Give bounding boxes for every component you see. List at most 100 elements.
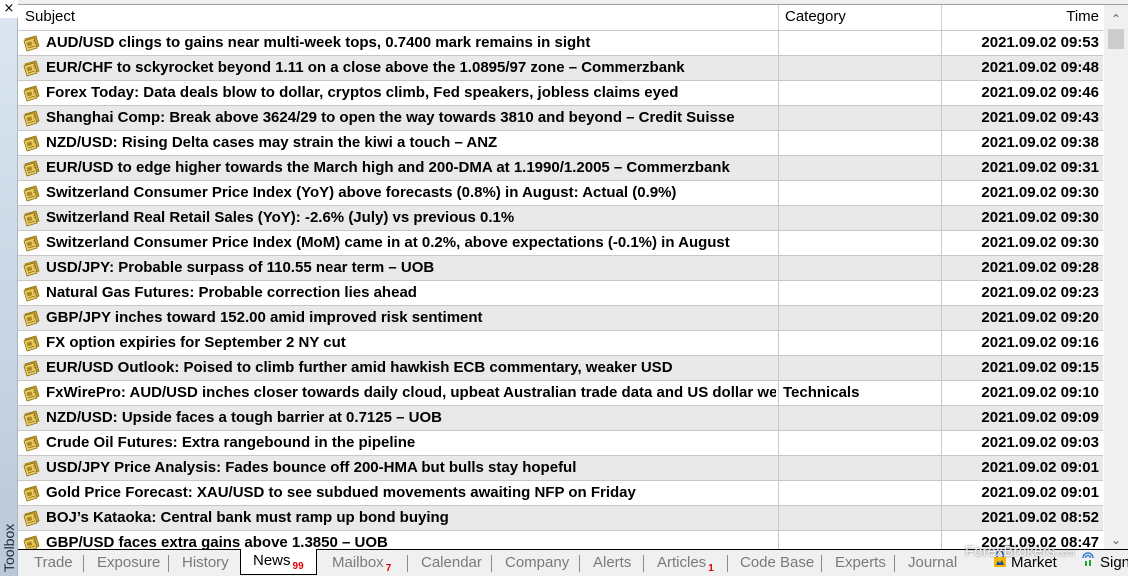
market-bag-icon <box>993 550 1007 575</box>
tab-company[interactable]: Company <box>505 551 569 575</box>
table-row[interactable]: Switzerland Consumer Price Index (MoM) c… <box>18 230 1103 255</box>
row-time: 2021.09.02 08:52 <box>941 505 1101 530</box>
newspaper-icon <box>23 110 40 127</box>
row-category <box>778 430 941 455</box>
row-subject: Forex Today: Data deals blow to dollar, … <box>46 84 679 101</box>
tab-market[interactable]: Market <box>993 550 1057 575</box>
table-row[interactable]: NZD/USD: Upside faces a tough barrier at… <box>18 405 1103 430</box>
table-row[interactable]: USD/JPY: Probable surpass of 110.55 near… <box>18 255 1103 280</box>
table-row[interactable]: EUR/USD to edge higher towards the March… <box>18 155 1103 180</box>
tab-articles[interactable]: Articles 1 <box>657 551 714 575</box>
tab-label: Mailbox <box>332 554 384 571</box>
table-row[interactable]: EUR/USD Outlook: Poised to climb further… <box>18 355 1103 380</box>
table-row[interactable]: BOJ’s Kataoka: Central bank must ramp up… <box>18 505 1103 530</box>
tab-journal[interactable]: Journal <box>908 551 957 575</box>
tab-separator <box>821 555 822 572</box>
table-row[interactable]: Shanghai Comp: Break above 3624/29 to op… <box>18 105 1103 130</box>
row-time: 2021.09.02 09:30 <box>941 205 1101 230</box>
row-time: 2021.09.02 08:47 <box>941 530 1101 549</box>
table-row[interactable]: Crude Oil Futures: Extra rangebound in t… <box>18 430 1103 455</box>
column-header-subject[interactable]: Subject <box>25 5 75 30</box>
row-time: 2021.09.02 09:38 <box>941 130 1101 155</box>
terminal-tabs: Trade Exposure History News 99 Mailbox 7 Calend… <box>18 549 1128 576</box>
scroll-down-icon[interactable]: ⌄ <box>1104 530 1128 549</box>
tab-signals[interactable]: Signals <box>1080 551 1128 575</box>
row-category <box>778 230 941 255</box>
newspaper-icon <box>23 160 40 177</box>
row-category <box>778 180 941 205</box>
tab-label: Code Base <box>740 554 815 571</box>
tab-experts[interactable]: Experts <box>835 551 886 575</box>
newspaper-icon <box>23 335 40 352</box>
table-row[interactable]: AUD/USD clings to gains near multi-week … <box>18 30 1103 55</box>
row-subject: USD/JPY: Probable surpass of 110.55 near… <box>46 259 435 276</box>
table-row[interactable]: Switzerland Consumer Price Index (YoY) a… <box>18 180 1103 205</box>
table-row[interactable]: Gold Price Forecast: XAU/USD to see subd… <box>18 480 1103 505</box>
vertical-scrollbar[interactable]: ⌃ ⌄ <box>1104 5 1128 549</box>
row-subject: Crude Oil Futures: Extra rangebound in t… <box>46 434 416 451</box>
newspaper-icon <box>23 260 40 277</box>
tab-calendar[interactable]: Calendar <box>421 551 482 575</box>
row-subject: USD/JPY Price Analysis: Fades bounce off… <box>46 459 577 476</box>
news-table: Subject Category Time AUD/USD clings to … <box>18 4 1128 549</box>
row-category <box>778 155 941 180</box>
scroll-up-icon[interactable]: ⌃ <box>1104 9 1128 29</box>
tab-badge: 7 <box>385 563 392 574</box>
tab-label: Calendar <box>421 554 482 571</box>
table-row[interactable]: USD/JPY Price Analysis: Fades bounce off… <box>18 455 1103 480</box>
row-time: 2021.09.02 09:31 <box>941 155 1101 180</box>
table-row[interactable]: Switzerland Real Retail Sales (YoY): -2.… <box>18 205 1103 230</box>
row-subject: NZD/USD: Rising Delta cases may strain t… <box>46 134 498 151</box>
row-time: 2021.09.02 09:01 <box>941 480 1101 505</box>
close-icon[interactable]: × <box>0 0 18 18</box>
table-row[interactable]: Natural Gas Futures: Probable correction… <box>18 280 1103 305</box>
row-time: 2021.09.02 09:10 <box>941 380 1101 405</box>
tab-trade[interactable]: Trade <box>34 551 73 575</box>
row-category <box>778 130 941 155</box>
row-time: 2021.09.02 09:46 <box>941 80 1101 105</box>
newspaper-icon <box>23 385 40 402</box>
row-category <box>778 505 941 530</box>
table-row[interactable]: GBP/JPY inches toward 152.00 amid improv… <box>18 305 1103 330</box>
row-time: 2021.09.02 09:30 <box>941 230 1101 255</box>
row-subject: FxWirePro: AUD/USD inches closer towards… <box>46 384 776 401</box>
row-subject: AUD/USD clings to gains near multi-week … <box>46 34 591 51</box>
newspaper-icon <box>23 185 40 202</box>
tab-exposure[interactable]: Exposure <box>97 551 160 575</box>
tab-mailbox[interactable]: Mailbox 7 <box>332 551 391 575</box>
table-row[interactable]: Forex Today: Data deals blow to dollar, … <box>18 80 1103 105</box>
table-row[interactable]: EUR/CHF to sckyrocket beyond 1.11 on a c… <box>18 55 1103 80</box>
toolbox-panel: × Toolbox <box>0 0 18 576</box>
newspaper-icon <box>23 510 40 527</box>
newspaper-icon <box>23 535 40 549</box>
row-category <box>778 30 941 55</box>
row-time: 2021.09.02 09:28 <box>941 255 1101 280</box>
row-subject: BOJ’s Kataoka: Central bank must ramp up… <box>46 509 449 526</box>
row-category <box>778 280 941 305</box>
table-row[interactable]: FxWirePro: AUD/USD inches closer towards… <box>18 380 1103 405</box>
row-category <box>778 205 941 230</box>
newspaper-icon <box>23 360 40 377</box>
tab-label: Journal <box>908 554 958 571</box>
scrollbar-thumb[interactable] <box>1108 29 1124 49</box>
row-subject: GBP/JPY inches toward 152.00 amid improv… <box>46 309 483 326</box>
newspaper-icon <box>23 285 40 302</box>
newspaper-icon <box>23 60 40 77</box>
table-row[interactable]: NZD/USD: Rising Delta cases may strain t… <box>18 130 1103 155</box>
tab-separator <box>83 555 84 572</box>
tab-news[interactable]: News 99 <box>240 549 317 575</box>
tab-history[interactable]: History <box>182 551 229 575</box>
row-time: 2021.09.02 09:20 <box>941 305 1101 330</box>
tab-separator <box>579 555 580 572</box>
tab-badge: 1 <box>708 563 714 574</box>
newspaper-icon <box>23 235 40 252</box>
tab-label: History <box>182 554 229 571</box>
table-row[interactable]: GBP/USD faces extra gains above 1.3850 –… <box>18 530 1103 549</box>
tab-separator <box>491 555 492 572</box>
table-row[interactable]: FX option expiries for September 2 NY cu… <box>18 330 1103 355</box>
tab-alerts[interactable]: Alerts <box>593 551 631 575</box>
tab-separator <box>407 555 408 572</box>
tab-label: News <box>253 552 291 569</box>
newspaper-icon <box>23 135 40 152</box>
tab-code-base[interactable]: Code Base <box>740 551 814 575</box>
